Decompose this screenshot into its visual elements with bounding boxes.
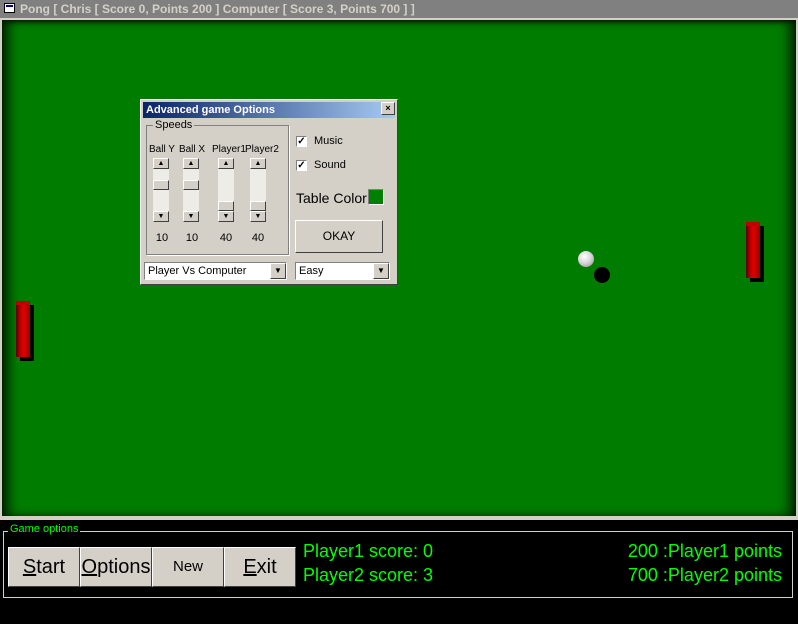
advanced-options-dialog: Advanced game Options × Speeds Ball Y Ba… (140, 99, 398, 285)
player1-score: Player1 score: 0 (303, 541, 434, 561)
ball-y-slider[interactable]: ▲ ▼ (153, 158, 169, 222)
difficulty-select[interactable]: Easy ▼ (295, 262, 390, 280)
player1-speed-value: 40 (219, 232, 233, 244)
scroll-up-arrow-icon[interactable]: ▲ (153, 158, 169, 169)
slider-thumb[interactable] (183, 180, 199, 190)
exit-label: xit (256, 556, 277, 578)
dialog-title: Advanced game Options (143, 102, 395, 118)
exit-button[interactable]: Exit (224, 547, 296, 587)
ball-shadow (594, 267, 610, 283)
table-color-swatch[interactable] (368, 189, 384, 205)
music-label: Music (314, 135, 343, 147)
music-checkbox[interactable]: ✓ Music (296, 135, 386, 149)
player2-score: Player2 score: 3 (303, 565, 434, 585)
ball-y-label: Ball Y (149, 144, 175, 155)
ball-x-slider[interactable]: ▲ ▼ (183, 158, 199, 222)
start-label: tart (36, 556, 66, 578)
player2-speed-label: Player2 (245, 144, 279, 155)
sound-label: Sound (314, 159, 346, 171)
checkmark-icon[interactable]: ✓ (296, 136, 307, 147)
player2-speed-slider[interactable]: ▲ ▼ (250, 158, 266, 222)
okay-button[interactable]: OKAY (295, 220, 383, 253)
player1-speed-label: Player1 (212, 144, 246, 155)
player1-points: 200 :Player1 points (627, 541, 782, 561)
sound-checkbox[interactable]: ✓ Sound (296, 159, 386, 173)
speeds-group: Speeds Ball Y Ball X Player1 Player2 ▲ ▼… (146, 119, 289, 255)
slider-thumb[interactable] (250, 201, 266, 211)
slider-thumb[interactable] (218, 201, 234, 211)
player2-points: 700 :Player2 points (627, 565, 782, 585)
scroll-up-arrow-icon[interactable]: ▲ (183, 158, 199, 169)
ball-y-value: 10 (155, 232, 169, 244)
scroll-down-arrow-icon[interactable]: ▼ (250, 211, 266, 222)
player1-paddle (16, 301, 34, 361)
game-options-legend: Game options (8, 523, 81, 535)
difficulty-value: Easy (299, 265, 324, 277)
close-icon[interactable]: × (381, 102, 395, 115)
new-game-button[interactable]: New game (152, 547, 224, 613)
ball (578, 251, 594, 267)
chevron-down-icon[interactable]: ▼ (373, 263, 389, 279)
player2-paddle (746, 222, 764, 282)
scroll-up-arrow-icon[interactable]: ▲ (218, 158, 234, 169)
scroll-down-arrow-icon[interactable]: ▼ (153, 211, 169, 222)
scroll-down-arrow-icon[interactable]: ▼ (183, 211, 199, 222)
ball-x-label: Ball X (178, 144, 206, 155)
slider-thumb[interactable] (153, 180, 169, 190)
game-options-panel: Game options Start Options New game Exit… (0, 520, 798, 613)
checkmark-icon[interactable]: ✓ (296, 160, 307, 171)
game-mode-select[interactable]: Player Vs Computer ▼ (144, 262, 287, 280)
speeds-legend: Speeds (153, 119, 195, 131)
window-title: Pong [ Chris [ Score 0, Points 200 ] Com… (20, 2, 415, 16)
game-mode-value: Player Vs Computer (148, 265, 247, 277)
player2-speed-value: 40 (251, 232, 265, 244)
start-mnemonic: S (22, 556, 37, 578)
player1-speed-slider[interactable]: ▲ ▼ (218, 158, 234, 222)
options-label: ptions (97, 556, 151, 578)
ball-x-value: 10 (185, 232, 199, 244)
chevron-down-icon[interactable]: ▼ (270, 263, 286, 279)
title-bar: Pong [ Chris [ Score 0, Points 200 ] Com… (0, 0, 798, 18)
window-icon (4, 3, 15, 13)
options-button[interactable]: Options (80, 547, 152, 587)
game-table[interactable] (2, 20, 796, 516)
scroll-up-arrow-icon[interactable]: ▲ (250, 158, 266, 169)
exit-mnemonic: E (243, 556, 257, 578)
table-color-label: Table Color (296, 190, 367, 206)
start-button[interactable]: Start (8, 547, 80, 587)
options-mnemonic: O (81, 556, 98, 578)
scroll-down-arrow-icon[interactable]: ▼ (218, 211, 234, 222)
